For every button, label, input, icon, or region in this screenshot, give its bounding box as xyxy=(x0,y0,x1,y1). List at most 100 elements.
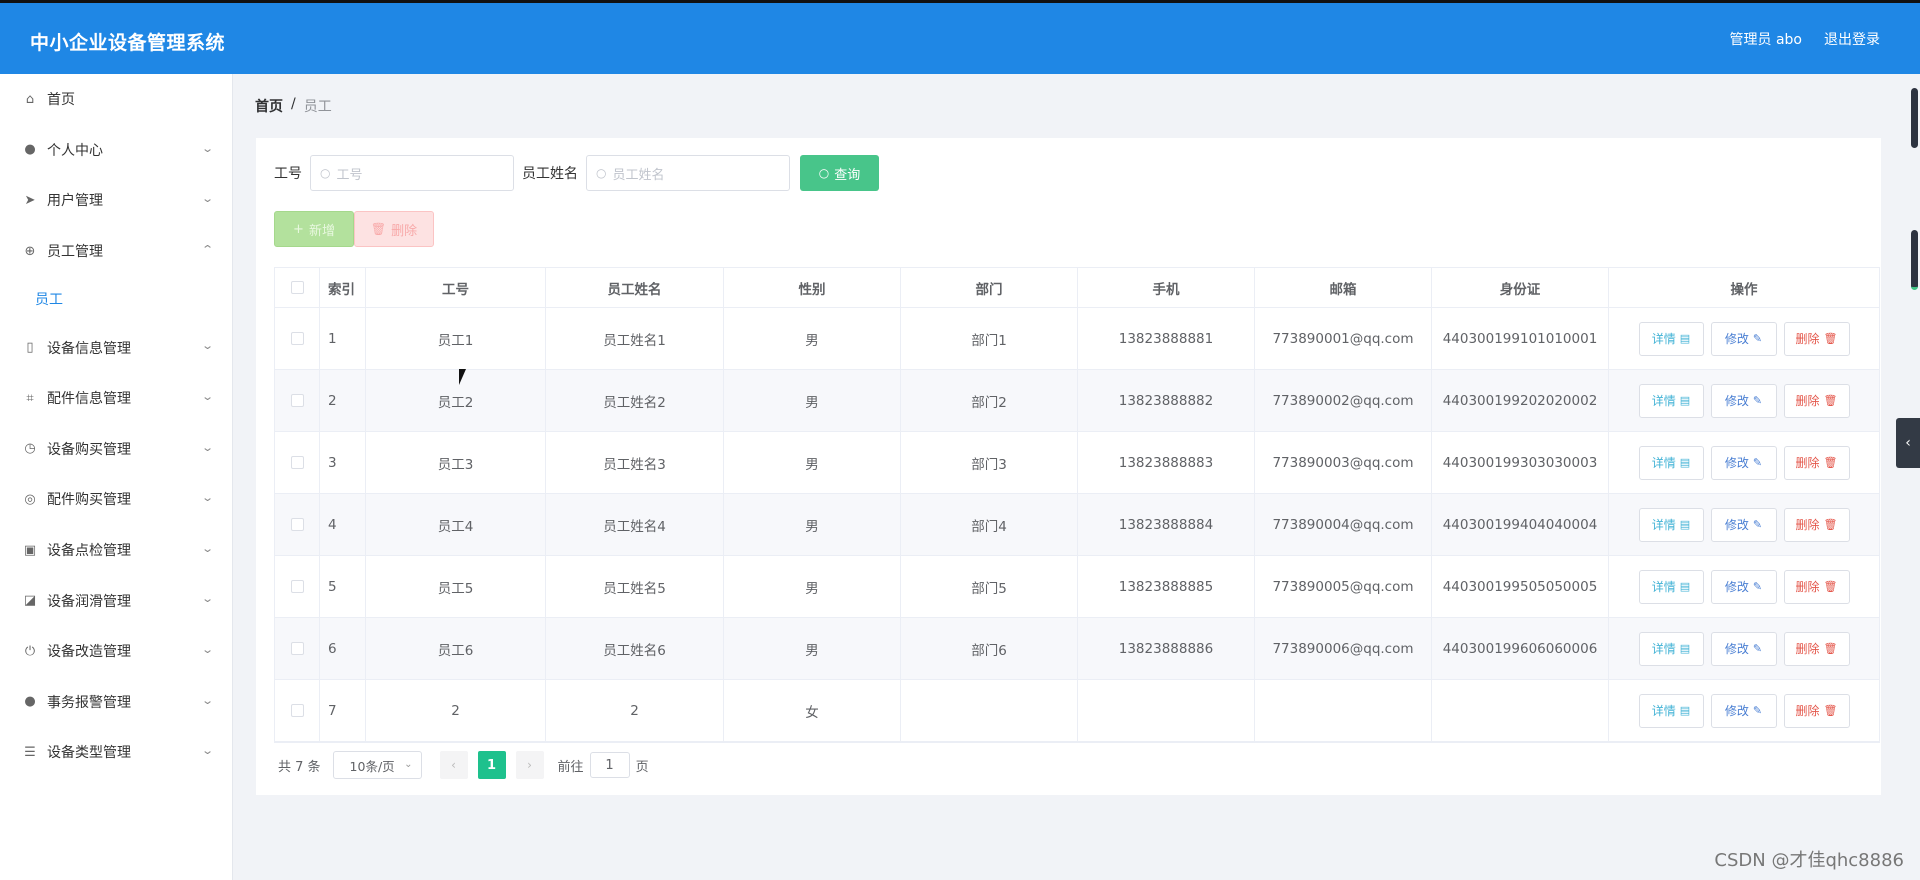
emp-no-input[interactable]: ○ 工号 xyxy=(310,155,514,191)
phone-icon: ▯ xyxy=(26,340,34,356)
trash-icon: 🗑 xyxy=(1823,704,1838,717)
app-title: 中小企业设备管理系统 xyxy=(30,32,226,54)
mouse-cursor-icon xyxy=(459,369,473,385)
sidebar-item-home[interactable]: ⌂ 首页 xyxy=(0,74,232,125)
row-checkbox-cell xyxy=(275,432,320,493)
detail-button[interactable]: 详情 ▤ xyxy=(1638,383,1704,418)
row-checkbox[interactable] xyxy=(290,456,304,469)
cell-email: 773890002@qq.com xyxy=(1255,370,1432,431)
cell-id-card: 440300199101010001 xyxy=(1432,308,1609,369)
current-page-button[interactable]: 1 xyxy=(477,751,506,779)
row-checkbox[interactable] xyxy=(290,394,304,407)
edit-button-label: 修改 xyxy=(1724,456,1749,470)
row-checkbox[interactable] xyxy=(290,518,304,531)
sidebar-item-parts-purchase[interactable]: ◎ 配件购买管理 ⌄ xyxy=(0,474,232,525)
prev-page-button[interactable]: ‹ xyxy=(439,751,468,779)
detail-button[interactable]: 详情 ▤ xyxy=(1638,693,1704,728)
admin-user-label[interactable]: 管理员 abo xyxy=(1730,29,1802,49)
page-size-value: 10条/页 xyxy=(349,758,395,774)
page-size-select[interactable]: 10条/页 ⌄ xyxy=(332,751,422,779)
cell-sex: 女 xyxy=(724,680,901,741)
emp-name-input[interactable]: ○ 员工姓名 xyxy=(586,155,790,191)
trash-icon: 🗑 xyxy=(1823,580,1838,593)
batch-delete-button[interactable]: 🗑 删除 xyxy=(354,211,434,247)
sidebar-item-user-management[interactable]: ➤ 用户管理 ⌄ xyxy=(0,175,232,226)
target-icon: ◎ xyxy=(24,491,36,507)
chevron-down-icon: ⌄ xyxy=(404,759,413,770)
cell-id-card: 440300199202020002 xyxy=(1432,370,1609,431)
cell-id-card: 440300199606060006 xyxy=(1432,618,1609,679)
sidebar-item-personal-center[interactable]: ● 个人中心 ⌄ xyxy=(0,125,232,176)
header-index: 索引 xyxy=(320,268,366,307)
sidebar-item-device-type[interactable]: ☰ 设备类型管理 ⌄ xyxy=(0,727,232,778)
row-checkbox[interactable] xyxy=(290,332,304,345)
scrollbar-thumb[interactable] xyxy=(1911,88,1918,148)
detail-button[interactable]: 详情 ▤ xyxy=(1638,507,1704,542)
sidebar-item-label: 设备类型管理 xyxy=(47,745,131,762)
row-checkbox[interactable] xyxy=(290,704,304,717)
select-all-cell xyxy=(275,268,320,307)
delete-button[interactable]: 删除 🗑 xyxy=(1783,383,1850,418)
cell-emp-name: 员工姓名5 xyxy=(546,556,724,617)
detail-button[interactable]: 详情 ▤ xyxy=(1638,445,1704,480)
cell-index: 5 xyxy=(320,556,366,617)
row-checkbox[interactable] xyxy=(290,580,304,593)
detail-button[interactable]: 详情 ▤ xyxy=(1638,569,1704,604)
delete-button[interactable]: 删除 🗑 xyxy=(1783,507,1850,542)
delete-button-label: 删除 xyxy=(1795,704,1820,718)
row-checkbox-cell xyxy=(275,370,320,431)
sidebar-subitem-employee[interactable]: 员工 xyxy=(0,276,232,322)
select-all-checkbox[interactable] xyxy=(290,281,304,294)
sidebar-item-label: 设备购买管理 xyxy=(47,441,131,458)
sidebar-item-label: 员工管理 xyxy=(47,244,103,261)
row-checkbox-cell xyxy=(275,618,320,679)
sidebar-item-device-modification[interactable]: ⏻ 设备改造管理 ⌄ xyxy=(0,626,232,677)
sidebar-item-alarm-management[interactable]: ● 事务报警管理 ⌄ xyxy=(0,677,232,728)
table-row: 1 员工1 员工姓名1 男部门1 13823888881 773890001@qq.com… xyxy=(275,308,1879,370)
detail-button[interactable]: 详情 ▤ xyxy=(1638,631,1704,666)
sidebar-item-employee-management[interactable]: ⊕ 员工管理 ⌃ xyxy=(0,226,232,277)
chevron-down-icon: ⌄ xyxy=(200,592,214,606)
collapse-panel-button[interactable]: ‹ xyxy=(1896,418,1920,468)
row-checkbox-cell xyxy=(275,680,320,741)
edit-button[interactable]: 修改 ✎ xyxy=(1710,631,1777,666)
document-icon: ▤ xyxy=(1679,456,1691,469)
sidebar-item-device-info[interactable]: ▯ 设备信息管理 ⌄ xyxy=(0,322,232,373)
sidebar-item-device-purchase[interactable]: ◷ 设备购买管理 ⌄ xyxy=(0,424,232,475)
edit-button[interactable]: 修改 ✎ xyxy=(1710,383,1777,418)
cell-ops: 详情 ▤ 修改 ✎ 删除 🗑 xyxy=(1609,308,1879,369)
edit-button[interactable]: 修改 ✎ xyxy=(1710,445,1777,480)
cell-sex: 男 xyxy=(724,432,901,493)
breadcrumb-home[interactable]: 首页 xyxy=(255,96,283,116)
delete-button[interactable]: 删除 🗑 xyxy=(1783,445,1850,480)
goto-page-input[interactable]: 1 xyxy=(589,752,630,778)
header-emp-no: 工号 xyxy=(366,268,546,307)
scrollbar-thumb[interactable] xyxy=(1911,230,1918,290)
edit-button[interactable]: 修改 ✎ xyxy=(1710,569,1777,604)
sidebar-item-parts-info[interactable]: ⌗ 配件信息管理 ⌄ xyxy=(0,373,232,424)
delete-button[interactable]: 删除 🗑 xyxy=(1783,321,1850,356)
next-page-button[interactable]: › xyxy=(515,751,544,779)
power-icon: ⏻ xyxy=(24,643,36,659)
cell-index: 7 xyxy=(320,680,366,741)
row-checkbox[interactable] xyxy=(290,642,304,655)
edit-button[interactable]: 修改 ✎ xyxy=(1710,321,1777,356)
document-icon: ▤ xyxy=(1679,332,1691,345)
detail-button[interactable]: 详情 ▤ xyxy=(1638,321,1704,356)
edit-button[interactable]: 修改 ✎ xyxy=(1710,693,1777,728)
delete-button[interactable]: 删除 🗑 xyxy=(1783,569,1850,604)
emp-name-placeholder: 员工姓名 xyxy=(612,167,665,183)
chevron-down-icon: ⌄ xyxy=(200,541,214,555)
add-button[interactable]: + 新增 xyxy=(274,211,354,247)
sidebar-item-device-inspection[interactable]: ▣ 设备点检管理 ⌄ xyxy=(0,525,232,576)
watermark: CSDN @才佳qhc8886 xyxy=(1714,850,1904,871)
edit-button[interactable]: 修改 ✎ xyxy=(1710,507,1777,542)
cell-ops: 详情 ▤ 修改 ✎ 删除 🗑 xyxy=(1609,494,1879,555)
sidebar-item-device-lubrication[interactable]: ◪ 设备润滑管理 ⌄ xyxy=(0,575,232,626)
query-button[interactable]: ○ 查询 xyxy=(800,155,879,191)
detail-button-label: 详情 xyxy=(1651,394,1676,408)
delete-button[interactable]: 删除 🗑 xyxy=(1783,631,1850,666)
logout-button[interactable]: 退出登录 xyxy=(1824,29,1880,49)
delete-button[interactable]: 删除 🗑 xyxy=(1783,693,1850,728)
cell-emp-name: 员工姓名3 xyxy=(546,432,724,493)
